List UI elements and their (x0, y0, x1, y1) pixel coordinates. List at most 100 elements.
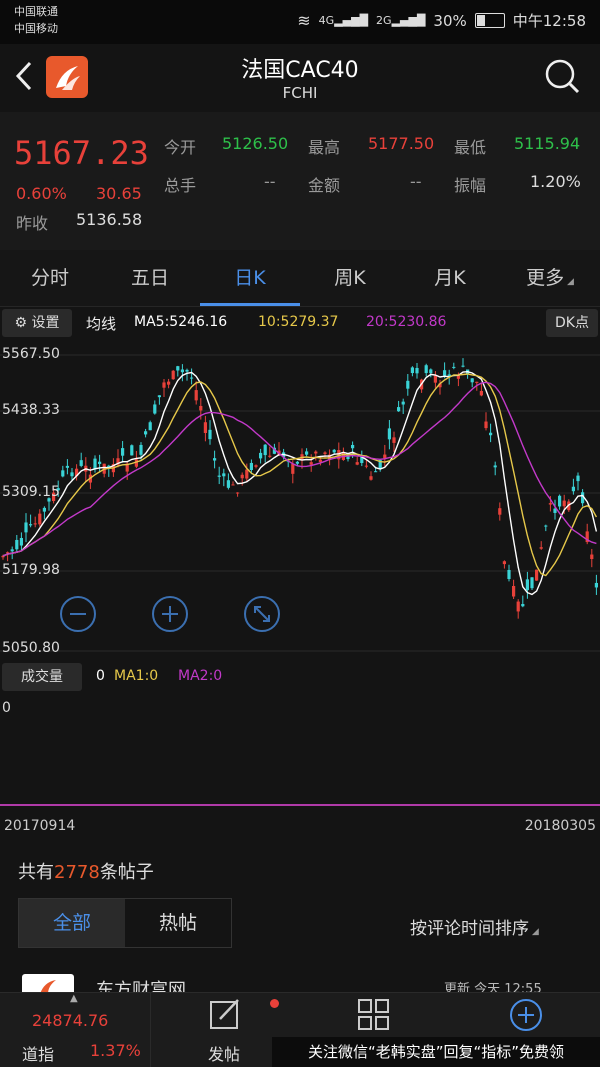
amount-value: -- (410, 172, 422, 191)
candle-body (236, 492, 240, 494)
candle-body (323, 452, 327, 454)
y-label-2: 5438.33 (2, 402, 60, 418)
candle-body (194, 390, 198, 401)
candle-body (590, 554, 594, 560)
tab-more[interactable]: 更多 ◢ (500, 250, 600, 306)
candle-body (93, 458, 97, 470)
carrier-1: 中国联通 (14, 5, 58, 18)
notification-dot (270, 999, 279, 1008)
candle-body (217, 475, 221, 477)
settings-button[interactable]: ⚙ 设置 (2, 309, 72, 337)
candle-body (571, 486, 575, 492)
candle-body (305, 451, 309, 455)
candle-body (507, 569, 511, 579)
candle-body (558, 495, 562, 507)
candle-body (29, 524, 33, 526)
candle-body (65, 465, 69, 468)
posts-tab-all[interactable]: 全部 (19, 899, 125, 947)
search-button[interactable] (544, 58, 580, 94)
k-line-chart[interactable]: 5567.50 5438.33 5309.15 5179.98 5050.80 (0, 340, 600, 660)
zoom-out-button[interactable] (59, 595, 97, 633)
volume-value: -- (264, 172, 276, 191)
candle-body (535, 569, 539, 581)
posts-tab-hot[interactable]: 热帖 (125, 899, 231, 947)
app-header: 法国CAC40 FCHI (0, 44, 600, 112)
prev-close-value: 5136.58 (76, 210, 143, 229)
watermark-banner: 关注微信“老韩实盘”回复“指标”免费领 (272, 1037, 600, 1067)
candle-body (548, 503, 552, 505)
candle-body (222, 473, 226, 477)
wifi-icon: ≋ (297, 11, 311, 30)
candle-body (130, 445, 134, 456)
volume-baseline (0, 804, 600, 806)
page-title: 法国CAC40 (241, 58, 359, 83)
candle-body (190, 377, 194, 379)
volume-label: 总手 (164, 176, 197, 195)
candle-body (121, 448, 125, 456)
candle-body (452, 366, 456, 368)
add-circle-icon (510, 999, 542, 1031)
volume-value: 0 (96, 668, 105, 684)
current-price: 5167.23 (14, 134, 149, 172)
candle-body (139, 444, 143, 455)
candle-body (521, 603, 525, 607)
candle-body (544, 525, 548, 527)
candle-body (364, 465, 368, 467)
dropdown-triangle-icon: ◢ (529, 927, 539, 937)
index-value: 24874.76 (32, 1011, 109, 1030)
candle-body (24, 522, 28, 533)
battery-icon (474, 13, 505, 28)
candle-body (424, 365, 428, 374)
candle-body (231, 484, 235, 486)
dropdown-triangle-icon: ◢ (564, 277, 574, 287)
candle-body (268, 455, 272, 457)
quote-panel: 5167.23 0.60% 30.65 昨收 5136.58 今开 5126.5… (0, 112, 600, 250)
post-button[interactable]: 发帖 (180, 993, 279, 1067)
candle-body (157, 395, 161, 398)
post-label: 发帖 (208, 1045, 241, 1064)
candle-body (594, 582, 598, 588)
tab-weekly-k[interactable]: 周K (300, 250, 400, 306)
candle-body (539, 547, 543, 549)
status-time: 中午12:58 (512, 12, 586, 30)
candle-body (447, 374, 451, 376)
zoom-in-icon (152, 596, 188, 632)
candle-body (144, 431, 148, 435)
posts-tabs: 全部 热帖 (18, 898, 232, 948)
candle-body (525, 579, 529, 591)
candle-body (502, 561, 506, 565)
candle-body (415, 367, 419, 374)
volume-indicator-button[interactable]: 成交量 (2, 663, 82, 691)
sort-dropdown[interactable]: 按评论时间排序 ◢ (410, 914, 539, 939)
high-label: 最高 (308, 138, 341, 157)
zoom-in-button[interactable] (151, 595, 189, 633)
volume-axis-zero: 0 (2, 700, 11, 716)
candle-body (153, 404, 157, 414)
candle-body (213, 458, 217, 461)
volume-ma2: MA2:0 (178, 668, 223, 684)
candle-body (392, 437, 396, 443)
tab-monthly-k[interactable]: 月K (400, 250, 500, 306)
candle-body (314, 451, 318, 454)
candle-body (263, 444, 267, 456)
posts-count: 共有2778条帖子 (18, 862, 154, 883)
low-label: 最低 (454, 138, 487, 157)
candle-body (245, 469, 249, 479)
candle-body (562, 500, 566, 507)
change-value: 30.65 (96, 184, 142, 203)
candle-body (512, 585, 516, 597)
ma-label: 均线 (86, 315, 117, 333)
candle-body (259, 452, 263, 459)
tab-daily-k[interactable]: 日K (200, 250, 300, 306)
tab-intraday[interactable]: 分时 (0, 250, 100, 306)
volume-chart[interactable]: 成交量 0 MA1:0 MA2:0 0 (0, 660, 600, 810)
candle-body (226, 480, 230, 488)
tab-five-day[interactable]: 五日 (100, 250, 200, 306)
signal-icon-2g: 2G▂▄▆█ (376, 14, 426, 27)
dk-point-button[interactable]: DK点 (546, 309, 598, 337)
add-watchlist-button[interactable] (508, 997, 544, 1033)
grid-menu-button[interactable] (356, 997, 392, 1033)
fullscreen-button[interactable] (243, 595, 281, 633)
index-ticker[interactable]: ▲ 24874.76 道指 1.37% (0, 993, 151, 1067)
y-label-1: 5567.50 (2, 346, 60, 362)
